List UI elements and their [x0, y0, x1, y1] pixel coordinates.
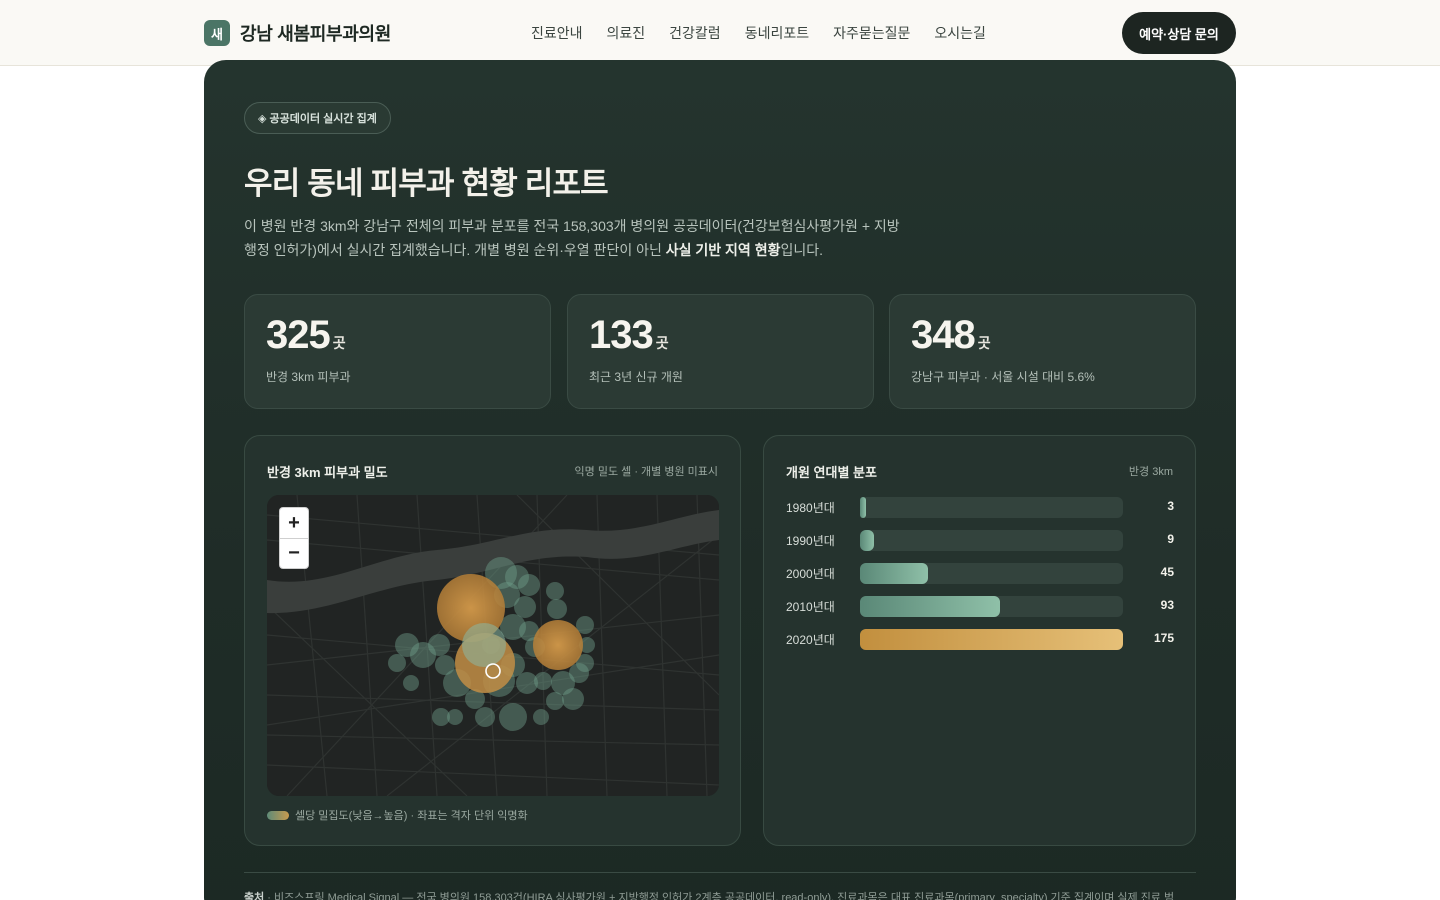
source-label: 출처 [244, 892, 265, 900]
stat-card-new-openings: 133 곳 최근 3년 신규 개원 [567, 294, 874, 409]
map-legend: 셀당 밀집도(낮음→높음) · 좌표는 격자 단위 익명화 [267, 807, 528, 823]
stat-value: 133 곳 [589, 313, 669, 357]
nav-item-directions[interactable]: 오시는길 [934, 23, 986, 43]
brand-mark-icon: 새 [204, 20, 230, 46]
stat-value: 325 곳 [266, 313, 346, 357]
bar-value-label: 9 [1167, 532, 1174, 546]
nav-item-neighborhood-report[interactable]: 동네리포트 [745, 23, 809, 43]
legend-gradient-swatch [267, 810, 289, 820]
bar-category-label: 1980년대 [786, 501, 835, 515]
bar-value-label: 93 [1160, 598, 1174, 612]
report-panel: ◈ 공공데이터 실시간 집계 우리 동네 피부과 현황 리포트 이 병원 반경 … [204, 60, 1236, 900]
bar-fill [860, 629, 1123, 650]
bar-value-label: 175 [1153, 631, 1174, 645]
stat-label: 최근 3년 신규 개원 [589, 370, 683, 384]
source-note: 출처 · 비즈스프링 Medical Signal — 전국 병의원 158,3… [244, 889, 1224, 900]
bar-row: 2010년대 93 [786, 595, 1174, 617]
bar-value-label: 3 [1167, 499, 1174, 513]
bar-value-label: 45 [1160, 565, 1174, 579]
top-navigation-bar: 새 강남 새봄피부과의원 진료안내 의료진 건강칼럼 동네리포트 자주묻는질문 … [0, 0, 1440, 66]
nav-item-clinic-info[interactable]: 진료안내 [531, 23, 583, 43]
report-description-emphasis: 사실 기반 지역 현황 [665, 242, 781, 258]
main-nav: 진료안내 의료진 건강칼럼 동네리포트 자주묻는질문 오시는길 [531, 23, 986, 43]
opening-decade-card: 개원 연대별 분포 반경 3km 1980년대 3 1990년대 9 2000년대 45 2… [763, 435, 1196, 846]
report-title: 우리 동네 피부과 현황 리포트 [244, 166, 609, 201]
bar-track [860, 497, 1123, 518]
density-card-note: 익명 밀도 셀 · 개별 병원 미표시 [574, 466, 718, 478]
bar-row: 2000년대 45 [786, 562, 1174, 584]
density-map[interactable]: + − [267, 495, 719, 796]
density-hotspot [533, 620, 583, 670]
bar-track [860, 563, 1123, 584]
nav-item-faq[interactable]: 자주묻는질문 [833, 23, 910, 43]
map-zoom-control: + − [279, 507, 309, 569]
bar-fill [860, 530, 874, 551]
bar-fill [860, 497, 866, 518]
stat-card-radius: 325 곳 반경 3km 피부과 [244, 294, 551, 409]
map-legend-text: 셀당 밀집도(낮음→높음) · 좌표는 격자 단위 익명화 [295, 810, 528, 822]
chart-note: 반경 3km [1128, 466, 1173, 478]
stat-label: 반경 3km 피부과 [266, 370, 351, 384]
map-canvas [267, 495, 719, 796]
nav-item-health-column[interactable]: 건강칼럼 [669, 23, 721, 43]
zoom-in-button[interactable]: + [280, 508, 308, 538]
chart-title: 개원 연대별 분포 [786, 465, 877, 480]
density-map-card: 반경 3km 피부과 밀도 익명 밀도 셀 · 개별 병원 미표시 + − 셀당… [244, 435, 741, 846]
bar-fill [860, 596, 1000, 617]
brand-name: 강남 새봄피부과의원 [240, 24, 392, 44]
nav-item-doctors[interactable]: 의료진 [607, 23, 646, 43]
bar-fill [860, 563, 928, 584]
bar-category-label: 1990년대 [786, 534, 835, 548]
density-card-title: 반경 3km 피부과 밀도 [267, 465, 388, 480]
source-text: · 비즈스프링 Medical Signal — 전국 병의원 158,303건… [264, 892, 1175, 900]
divider [244, 872, 1196, 873]
bar-category-label: 2010년대 [786, 600, 835, 614]
stat-card-district: 348 곳 강남구 피부과 · 서울 시설 대비 5.6% [889, 294, 1196, 409]
bar-category-label: 2000년대 [786, 567, 835, 581]
data-source-badge: ◈ 공공데이터 실시간 집계 [244, 102, 391, 134]
bar-row: 1980년대 3 [786, 496, 1174, 518]
stat-label: 강남구 피부과 · 서울 시설 대비 5.6% [911, 370, 1095, 384]
density-cell-highlight [462, 623, 506, 667]
zoom-out-button[interactable]: − [280, 538, 308, 568]
reservation-button[interactable]: 예약·상담 문의 [1122, 12, 1236, 54]
brand-logo-link[interactable]: 새 강남 새봄피부과의원 [204, 20, 391, 46]
stat-value: 348 곳 [911, 313, 991, 357]
report-description: 이 병원 반경 3km와 강남구 전체의 피부과 분포를 전국 158,303개… [244, 218, 900, 258]
bar-track [860, 530, 1123, 551]
bar-category-label: 2020년대 [786, 633, 835, 647]
bar-track [860, 629, 1123, 650]
bar-track [860, 596, 1123, 617]
bar-row: 1990년대 9 [786, 529, 1174, 551]
bar-row: 2020년대 175 [786, 628, 1174, 650]
